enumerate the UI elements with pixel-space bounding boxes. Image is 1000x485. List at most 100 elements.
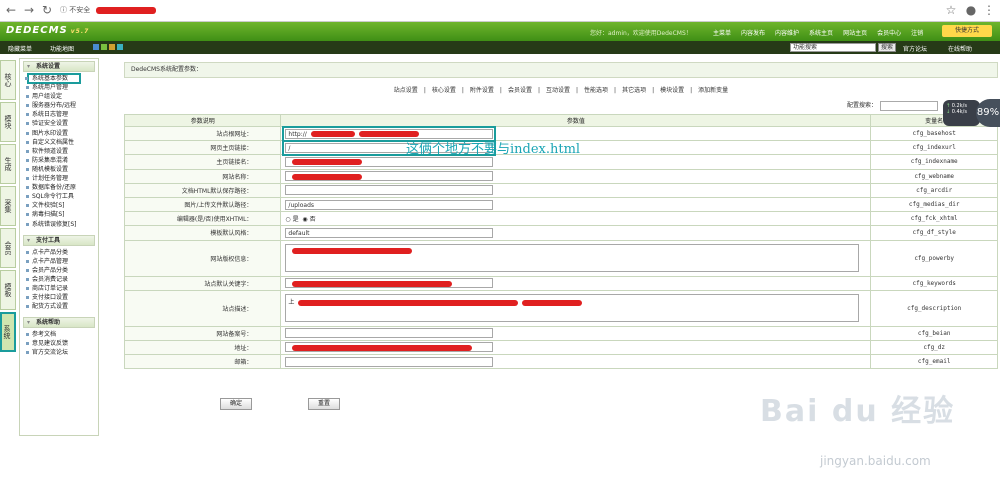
config-tab[interactable]: 模块设置 <box>657 87 687 94</box>
config-tab[interactable]: 附件设置 <box>467 87 497 94</box>
sidebar-group-title[interactable]: 系统设置 <box>23 61 95 72</box>
sidebar-item[interactable]: 图片水印设置 <box>20 129 98 138</box>
text-field[interactable] <box>285 342 494 353</box>
textarea-field[interactable] <box>285 244 860 272</box>
bookmark-star-icon[interactable]: ☆ <box>944 3 958 17</box>
sidebar-item[interactable]: 点卡产品分类 <box>20 248 98 257</box>
sidebar-item[interactable]: 系统日志管理 <box>20 110 98 119</box>
sidebar-item[interactable]: 参考文档 <box>20 330 98 339</box>
text-field[interactable]: default <box>285 227 494 238</box>
config-search-input[interactable] <box>880 100 939 111</box>
quick-menu-button[interactable]: 快捷方式 <box>942 25 992 37</box>
sidebar-item[interactable]: 数据库备份/还原 <box>20 183 98 192</box>
sidebar-item[interactable]: 配货方式设置 <box>20 302 98 311</box>
function-map-link[interactable]: 功能地图 <box>50 44 74 53</box>
forward-icon[interactable]: → <box>22 3 36 17</box>
config-tab[interactable]: 其它选项 <box>619 87 649 94</box>
sidebar-item[interactable]: 软件频道设置 <box>20 147 98 156</box>
sidebar-item[interactable]: 防采集串混淆 <box>20 156 98 165</box>
sidebar-item[interactable]: 系统错误修复[S] <box>20 220 98 229</box>
text-field[interactable] <box>285 156 494 167</box>
row-value: ○ 是 ◉ 否 <box>280 211 872 227</box>
address-bar[interactable]: ⓘ 不安全 <box>60 3 940 18</box>
sidebar-item[interactable]: 随机模板设置 <box>20 165 98 174</box>
function-search-input[interactable]: 功能搜索 <box>790 43 876 52</box>
text-field[interactable] <box>285 328 494 339</box>
sidebar-item[interactable]: 自定义文档属性 <box>20 138 98 147</box>
vtab-4[interactable]: 采集 <box>0 186 16 226</box>
radio-no[interactable]: ◉ 否 <box>299 216 315 223</box>
table-row: 文档HTML默认保存路径： cfg_arcdir <box>123 182 998 198</box>
back-icon[interactable]: ← <box>4 3 18 17</box>
sidebar-item[interactable]: 验证安全设置 <box>20 119 98 128</box>
tab-divider: | <box>499 87 502 94</box>
config-tab[interactable]: 站点设置 <box>391 87 421 94</box>
table-row: 站点默认关键字： cfg_keywords <box>123 275 998 291</box>
text-field[interactable] <box>285 185 494 196</box>
sidebar-item[interactable]: 点卡产品管理 <box>20 257 98 266</box>
sidebar-group-title[interactable]: 支付工具 <box>23 234 95 246</box>
top-nav-item[interactable]: 注销 <box>906 26 928 39</box>
row-var-name: cfg_indexurl <box>870 140 998 156</box>
sidebar-item[interactable]: 服务器分布/远程 <box>20 101 98 110</box>
top-nav-item[interactable]: 系统主页 <box>804 26 838 39</box>
sidebar-item[interactable]: 病毒扫描[S] <box>20 210 98 219</box>
config-tab[interactable]: 性能选项 <box>581 87 611 94</box>
help-link[interactable]: 在线帮助 <box>948 44 972 53</box>
sidebar-item[interactable]: 意见建议反馈 <box>20 339 98 348</box>
redacted-text <box>292 280 453 287</box>
vtab-6[interactable]: 模板 <box>0 270 16 310</box>
vtab-1[interactable]: 核心 <box>0 60 16 100</box>
row-var-name: cfg_basehost <box>870 125 998 142</box>
radio-yes[interactable]: ○ 是 <box>285 216 298 223</box>
vtab-2[interactable]: 模块 <box>0 102 16 142</box>
text-field[interactable] <box>285 356 494 367</box>
sidebar-group-title[interactable]: 系统帮助 <box>23 317 95 329</box>
usage-gauge: 89% <box>976 99 1000 127</box>
menu-icon[interactable]: ⋮ <box>982 3 996 17</box>
row-var-name: cfg_webname <box>870 168 998 184</box>
sidebar-item[interactable]: 支付接口设置 <box>20 293 98 302</box>
redacted-url <box>96 6 157 14</box>
text-field[interactable] <box>285 278 494 289</box>
sidebar-item[interactable]: 文件校验[S] <box>20 201 98 210</box>
sidebar-item[interactable]: 商店订单记录 <box>20 284 98 293</box>
row-label: 站点根网址： <box>123 125 282 142</box>
sidebar-item[interactable]: 系统基本参数 <box>25 72 81 85</box>
hide-menu-link[interactable]: 隐藏菜单 <box>8 44 32 53</box>
profile-icon[interactable]: ● <box>964 3 978 17</box>
forum-link[interactable]: 官方论坛 <box>903 44 927 53</box>
top-nav-item[interactable]: 内容发布 <box>736 26 770 39</box>
vtab-3[interactable]: 生成 <box>0 144 16 184</box>
sidebar-item[interactable]: 系统用户管理 <box>20 83 98 92</box>
text-field[interactable]: /uploads <box>285 199 494 210</box>
sidebar-item[interactable]: 会员产品分类 <box>20 266 98 275</box>
textarea-field[interactable]: 上 <box>285 294 860 323</box>
table-header-cell: 参数值 <box>280 114 872 127</box>
ok-button[interactable]: 确定 <box>220 398 252 410</box>
text-field[interactable] <box>285 171 494 182</box>
reload-icon[interactable]: ↻ <box>40 3 54 17</box>
vtab-7[interactable]: 系统 <box>0 312 16 352</box>
sidebar-item[interactable]: 用户组设定 <box>20 92 98 101</box>
config-tab[interactable]: 添加新变量 <box>695 87 731 94</box>
top-nav-item[interactable]: 主菜单 <box>708 26 736 39</box>
top-nav-item[interactable]: 会员中心 <box>872 26 906 39</box>
vertical-tabs: 核心 模块 生成 采集 会员 模板 系统 <box>0 60 17 354</box>
sidebar-item[interactable]: 官方交流论坛 <box>20 348 98 357</box>
vtab-5[interactable]: 会员 <box>0 228 16 268</box>
table-row: 主页链接名： cfg_indexname <box>123 154 998 170</box>
config-tab[interactable]: 会员设置 <box>505 87 535 94</box>
config-tab[interactable]: 核心设置 <box>429 87 459 94</box>
field-value: / <box>288 144 291 152</box>
row-label: 网页主页链接： <box>123 140 282 156</box>
top-nav-item[interactable]: 内容维护 <box>770 26 804 39</box>
config-tab[interactable]: 互动设置 <box>543 87 573 94</box>
reset-button[interactable]: 重置 <box>308 398 340 410</box>
sidebar-item[interactable]: 会员消费记录 <box>20 275 98 284</box>
sidebar-item[interactable]: 计划任务管理 <box>20 174 98 183</box>
skin-swatches[interactable] <box>93 44 123 50</box>
sidebar-item[interactable]: SQL命令行工具 <box>20 192 98 201</box>
function-search-button[interactable]: 搜索 <box>878 43 896 52</box>
top-nav-item[interactable]: 网站主页 <box>838 26 872 39</box>
